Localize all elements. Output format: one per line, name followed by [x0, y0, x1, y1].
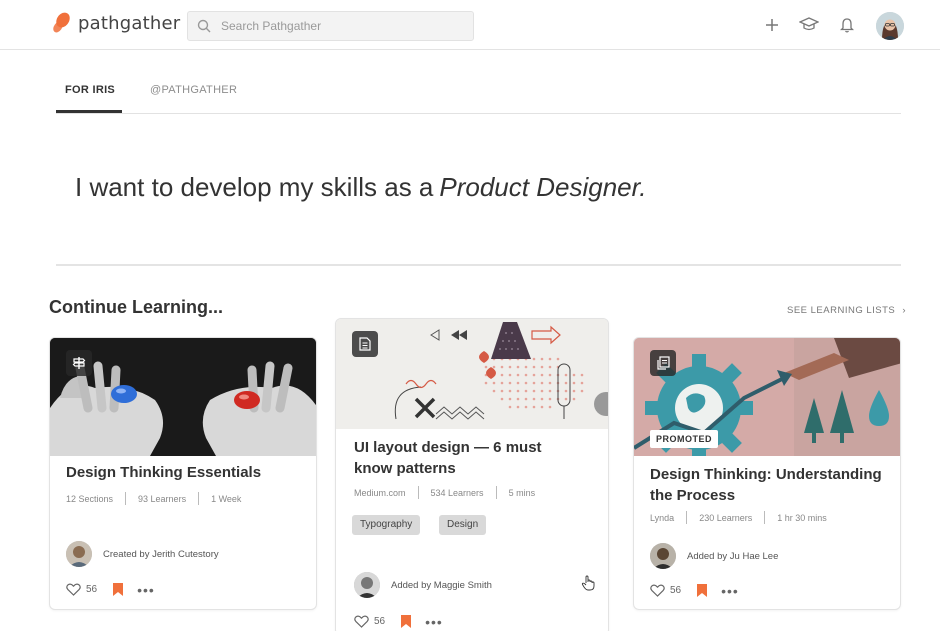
tag-design[interactable]: Design — [439, 515, 487, 535]
meta-sections: 12 Sections — [66, 493, 114, 504]
course-card[interactable]: UI layout design — 6 must know patterns … — [335, 318, 609, 631]
card-meta: Lynda 230 Learners 1 hr 30 mins — [650, 511, 827, 524]
search-bar[interactable] — [187, 11, 474, 41]
like-button[interactable]: 56 — [354, 615, 385, 628]
meta-separator — [125, 492, 127, 505]
active-tab-indicator — [56, 110, 122, 113]
see-learning-lists-link[interactable]: SEE LEARNING LISTS › — [787, 305, 906, 316]
meta-separator — [417, 486, 419, 499]
course-card[interactable]: PROMOTED Design Thinking: Understanding … — [633, 337, 901, 610]
bookmark-icon[interactable] — [401, 615, 412, 628]
heart-icon — [66, 583, 81, 596]
author-avatar — [650, 543, 676, 569]
signpost-icon — [66, 350, 92, 376]
card-actions: 56 ••• — [650, 584, 739, 598]
card-meta: Medium.com 534 Learners 5 mins — [354, 486, 535, 499]
see-learning-lists-label: SEE LEARNING LISTS — [787, 305, 896, 316]
meta-learners: 93 Learners — [138, 493, 187, 504]
meta-separator — [198, 492, 200, 505]
more-options-icon[interactable]: ••• — [425, 615, 443, 629]
app-name: pathgather — [78, 12, 181, 34]
card-title[interactable]: Design Thinking Essentials — [66, 462, 306, 483]
meta-duration: 5 mins — [508, 487, 536, 498]
promoted-badge: PROMOTED — [650, 430, 719, 448]
like-count: 56 — [670, 585, 682, 596]
author-avatar — [66, 541, 92, 567]
like-button[interactable]: 56 — [650, 584, 681, 597]
user-avatar[interactable] — [876, 12, 904, 40]
plus-icon[interactable] — [761, 14, 783, 36]
bookmark-icon[interactable] — [113, 583, 124, 596]
hand-pointer-icon — [581, 575, 595, 591]
meta-source: Lynda — [650, 512, 675, 523]
meta-duration: 1 Week — [211, 493, 242, 504]
card-meta: 12 Sections 93 Learners 1 Week — [66, 492, 241, 505]
tab-pathgather[interactable]: @PATHGATHER — [150, 84, 237, 96]
tag-typography[interactable]: Typography — [352, 515, 421, 535]
top-bar: pathgather — [0, 0, 940, 50]
author-label: Created by Jerith Cutestory — [103, 548, 219, 560]
section-title: Continue Learning... — [49, 297, 223, 317]
course-card[interactable]: Design Thinking Essentials 12 Sections 9… — [49, 337, 317, 610]
author-label: Added by Maggie Smith — [391, 579, 492, 591]
graduation-cap-icon[interactable] — [798, 14, 820, 36]
meta-duration: 1 hr 30 mins — [777, 512, 827, 523]
card-author[interactable]: Added by Maggie Smith — [354, 572, 492, 598]
bell-icon[interactable] — [836, 14, 858, 36]
card-actions: 56 ••• — [66, 583, 155, 597]
card-author[interactable]: Added by Ju Hae Lee — [650, 543, 778, 569]
like-count: 56 — [86, 584, 98, 595]
copy-icon — [650, 350, 676, 376]
like-button[interactable]: 56 — [66, 583, 97, 596]
tab-for-iris[interactable]: FOR IRIS — [65, 84, 115, 96]
more-options-icon[interactable]: ••• — [721, 584, 739, 598]
meta-learners: 534 Learners — [430, 487, 484, 498]
bookmark-icon[interactable] — [697, 584, 708, 597]
author-label: Added by Ju Hae Lee — [687, 550, 779, 562]
search-icon — [197, 19, 211, 33]
document-icon — [352, 331, 378, 357]
more-options-icon[interactable]: ••• — [137, 583, 155, 597]
heart-icon — [650, 584, 665, 597]
goal-role[interactable]: Product Designer. — [439, 172, 646, 202]
meta-separator — [686, 511, 688, 524]
search-input[interactable] — [221, 19, 461, 33]
chevron-right-icon: › — [902, 305, 907, 316]
meta-separator — [495, 486, 497, 499]
pathgather-logo-icon — [52, 12, 72, 34]
like-count: 56 — [374, 616, 386, 627]
goal-statement: I want to develop my skills as a Product … — [75, 172, 647, 203]
card-actions: 56 ••• — [354, 615, 443, 629]
heart-icon — [354, 615, 369, 628]
divider — [56, 264, 901, 266]
feed-tabs: FOR IRIS @PATHGATHER — [56, 78, 901, 114]
meta-separator — [764, 511, 766, 524]
meta-source: Medium.com — [354, 487, 406, 498]
meta-learners: 230 Learners — [699, 512, 753, 523]
logo[interactable]: pathgather — [52, 12, 180, 34]
goal-prefix: I want to develop my skills as a — [75, 172, 434, 202]
author-avatar — [354, 572, 380, 598]
card-title[interactable]: Design Thinking: Understanding the Proce… — [650, 464, 886, 506]
card-title[interactable]: UI layout design — 6 must know patterns — [354, 437, 584, 479]
card-author[interactable]: Created by Jerith Cutestory — [66, 541, 219, 567]
